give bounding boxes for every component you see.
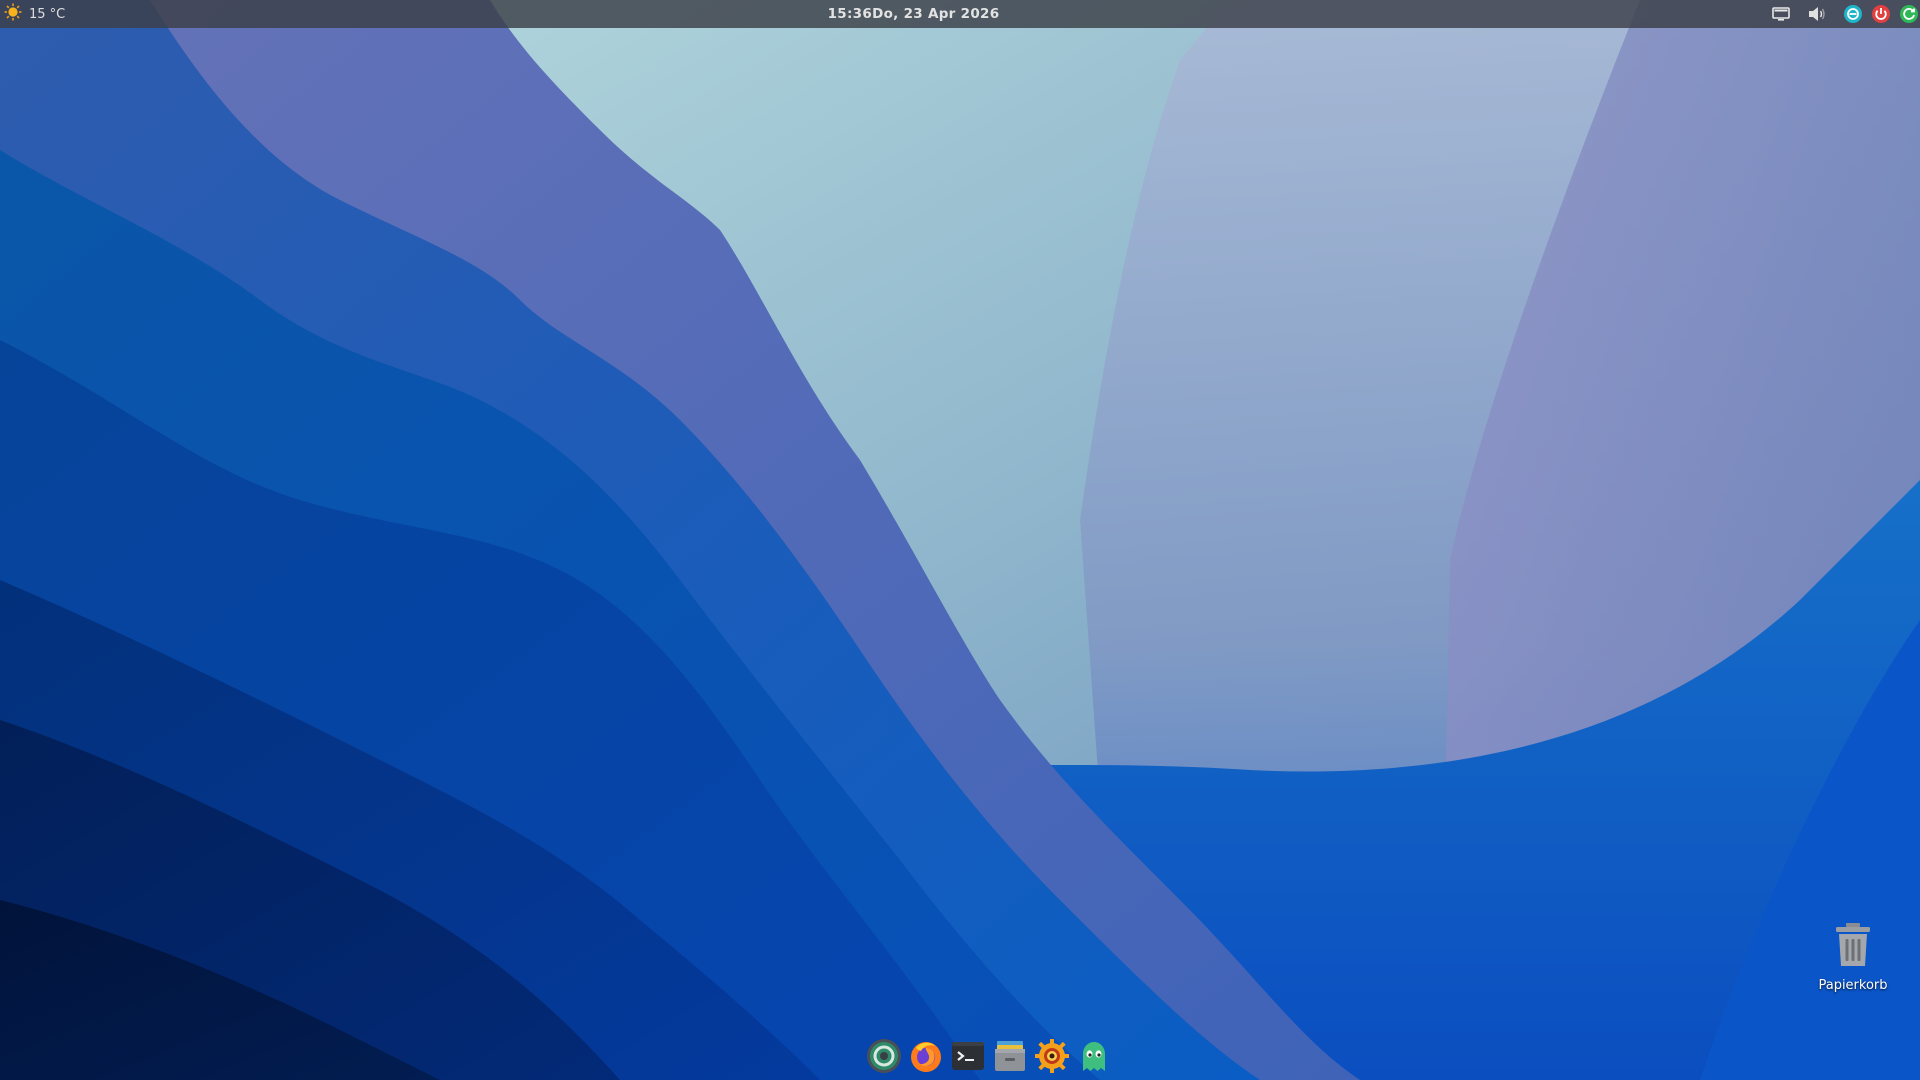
top-panel: 15 °C 15:36 Do, 23 Apr 2026 [0,0,1920,28]
volume-icon[interactable] [1806,3,1828,25]
clock: 15:36 Do, 23 Apr 2026 [0,0,1827,28]
desktop[interactable]: 15 °C 15:36 Do, 23 Apr 2026 Papierkorb [0,0,1920,1080]
app-menu-icon[interactable] [866,1038,902,1074]
firefox-icon[interactable] [908,1038,944,1074]
restart-icon[interactable] [1898,3,1920,25]
system-tray [1770,0,1920,28]
power-icon[interactable] [1870,3,1892,25]
temperature-label: 15 °C [29,6,66,22]
lock-screen-icon[interactable] [1842,3,1864,25]
sun-icon [4,3,22,25]
weather-widget[interactable]: 15 °C [4,0,65,28]
clock-date[interactable]: Do, 23 Apr 2026 [872,6,999,22]
image-viewer-icon[interactable] [1034,1038,1070,1074]
trash-icon [1834,922,1872,972]
wallpaper [0,0,1920,1080]
terminal-icon[interactable] [950,1038,986,1074]
ghost-app-icon[interactable] [1076,1038,1112,1074]
clock-time[interactable]: 15:36 [828,6,872,22]
dock [866,1036,1112,1076]
display-icon[interactable] [1770,3,1792,25]
trash-desktop-icon[interactable]: Papierkorb [1808,922,1898,993]
trash-label: Papierkorb [1818,978,1888,993]
file-manager-icon[interactable] [992,1038,1028,1074]
